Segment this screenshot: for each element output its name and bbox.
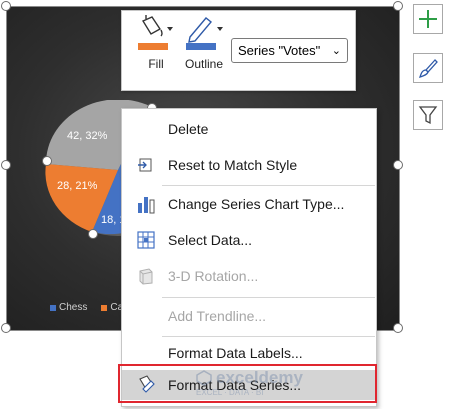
chevron-down-icon: ⌄ [331,45,341,57]
point-handle-2[interactable] [88,229,98,239]
menu-separator [162,297,375,298]
chart-handle-bottom-right[interactable] [393,323,403,333]
chart-handle-middle-left[interactable] [1,160,11,170]
chart-handle-top-right[interactable] [393,1,403,11]
pie-label-orange: 28, 21% [57,180,98,192]
menu-item-add-trendline: Add Trendline... [168,308,267,324]
plus-icon [419,10,437,28]
menu-item-change-chart-type[interactable]: Change Series Chart Type... [122,189,376,219]
chart-styles-button[interactable] [413,53,443,83]
menu-separator [162,336,375,337]
chart-filters-button[interactable] [413,100,443,130]
outline-label: Outline [184,57,224,71]
paint-bucket-icon [138,15,173,50]
context-menu: Delete Reset to Match Style Change Serie… [121,108,377,407]
outline-button[interactable]: Outline [180,15,228,85]
filter-icon [418,106,438,125]
chart-handle-bottom-left[interactable] [1,323,11,333]
menu-item-reset-style[interactable]: Reset to Match Style [122,150,376,180]
chart-legend: Chess Ca [50,302,123,313]
mini-toolbar: Fill Outline Series "Votes" ⌄ [121,10,356,91]
chart-handle-middle-right[interactable] [393,160,403,170]
legend-item-2: Ca [101,302,123,313]
legend-item-chess: Chess [50,302,87,313]
brush-icon [418,59,438,79]
fill-label: Fill [148,57,164,71]
series-dropdown-value: Series "Votes" [238,43,321,58]
reset-style-icon [136,155,156,175]
menu-item-3d-rotation: 3-D Rotation... [122,261,376,291]
select-data-icon [136,230,156,250]
series-dropdown[interactable]: Series "Votes" ⌄ [231,38,348,63]
fill-button[interactable]: Fill [134,15,178,85]
menu-item-delete[interactable]: Delete [122,114,376,144]
bar-chart-icon [136,194,156,214]
chart-elements-button[interactable] [413,4,443,34]
highlight-box [118,364,377,403]
cube-icon [136,266,156,286]
pen-outline-icon [186,17,223,50]
point-handle-1[interactable] [42,156,52,166]
menu-item-select-data[interactable]: Select Data... [122,225,376,255]
pie-label-gray: 42, 32% [67,130,108,142]
chart-handle-top-left[interactable] [1,1,11,11]
menu-separator [162,185,375,186]
